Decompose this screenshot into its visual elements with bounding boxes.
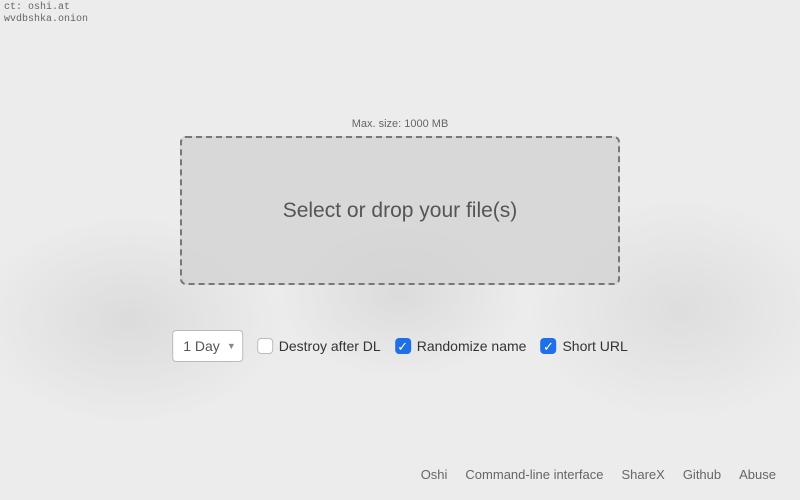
short-url-checkbox[interactable]: ✓ xyxy=(540,338,556,354)
short-url-label: Short URL xyxy=(562,338,627,354)
randomize-name-option: ✓ Randomize name xyxy=(395,338,527,354)
upload-panel: Max. size: 1000 MB Select or drop your f… xyxy=(180,118,620,285)
corner-hostnames: ct: oshi.at wvdbshka.onion xyxy=(4,2,88,26)
footer-link-cli[interactable]: Command-line interface xyxy=(465,467,603,482)
randomize-name-label: Randomize name xyxy=(417,338,527,354)
footer-link-oshi[interactable]: Oshi xyxy=(421,467,448,482)
upload-options-row: 1 Day ▼ ✓ Destroy after DL ✓ Randomize n… xyxy=(172,330,628,362)
max-size-label: Max. size: 1000 MB xyxy=(180,118,620,130)
expiration-selected-value: 1 Day xyxy=(183,338,220,354)
expiration-select[interactable]: 1 Day ▼ xyxy=(172,330,243,362)
file-dropzone[interactable]: Select or drop your file(s) xyxy=(180,136,620,285)
dropzone-text: Select or drop your file(s) xyxy=(283,199,518,223)
footer-links: Oshi Command-line interface ShareX Githu… xyxy=(421,467,776,482)
destroy-after-dl-label: Destroy after DL xyxy=(279,338,381,354)
chevron-down-icon: ▼ xyxy=(227,341,236,351)
corner-line-1: ct: oshi.at xyxy=(4,2,88,14)
footer-link-github[interactable]: Github xyxy=(683,467,721,482)
destroy-after-dl-option: ✓ Destroy after DL xyxy=(257,338,381,354)
destroy-after-dl-checkbox[interactable]: ✓ xyxy=(257,338,273,354)
corner-line-2: wvdbshka.onion xyxy=(4,14,88,26)
randomize-name-checkbox[interactable]: ✓ xyxy=(395,338,411,354)
footer-link-abuse[interactable]: Abuse xyxy=(739,467,776,482)
short-url-option: ✓ Short URL xyxy=(540,338,627,354)
footer-link-sharex[interactable]: ShareX xyxy=(621,467,664,482)
